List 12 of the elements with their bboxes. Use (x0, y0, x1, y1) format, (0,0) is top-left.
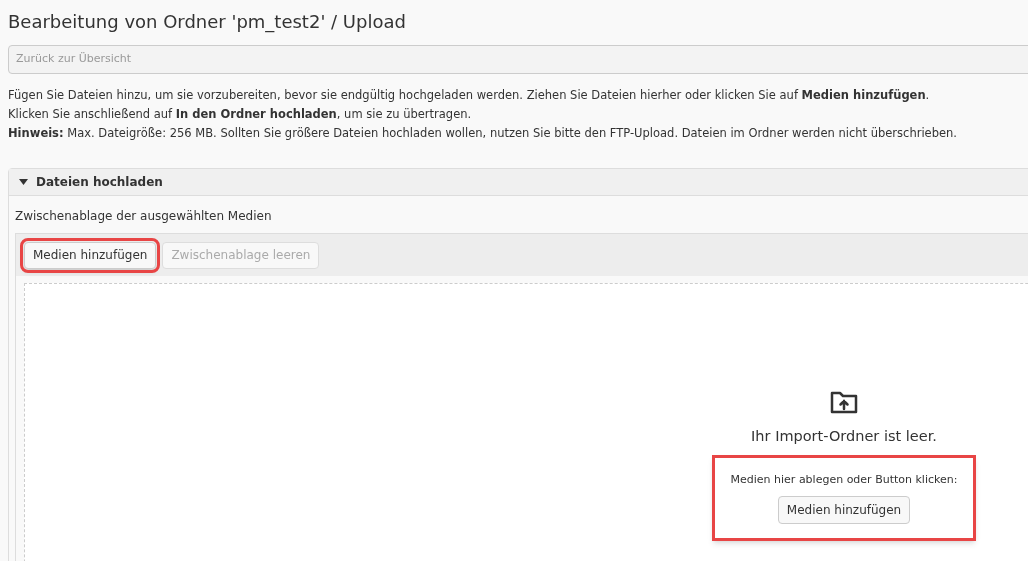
instruction-text: Fügen Sie Dateien hinzu, um sie vorzubereiten, bevor sie endgültig hochgeladen werden. Ziehen Sie Dateien hierher oder klicken Sie auf Medien hinzufügen. (8, 87, 931, 104)
instruction-text: Klicken Sie anschließend auf In den Ordner hochladen, um sie zu übertragen. (8, 106, 473, 123)
drop-hint-text: Medien hier ablegen oder Button klicken: (730, 471, 958, 488)
panel-header[interactable]: Dateien hochladen (9, 169, 1028, 196)
empty-message: Ihr Import-Ordner ist leer. (751, 427, 937, 446)
page-title: Bearbeitung von Ordner 'pm_test2' / Upload (8, 10, 407, 35)
instruction-text: Hinweis: Max. Dateigröße: 256 MB. Sollten Sie größere Dateien hochladen wollen, nutzen Sie bitte den FTP-Upload. Dateien im Ordner werden nicht überschrieben. (8, 125, 958, 142)
caret-icon (19, 179, 28, 185)
add-media-button[interactable]: Medien hinzufügen (777, 496, 911, 525)
clipboard-label: Zwischenablage der ausgewählten Medien (15, 208, 273, 225)
drop-zone[interactable]: Ihr Import-Ordner ist leer. Medien hier ablegen oder Button klicken: Medien hinzufügen (24, 283, 1028, 561)
folder-upload-icon (829, 390, 859, 416)
